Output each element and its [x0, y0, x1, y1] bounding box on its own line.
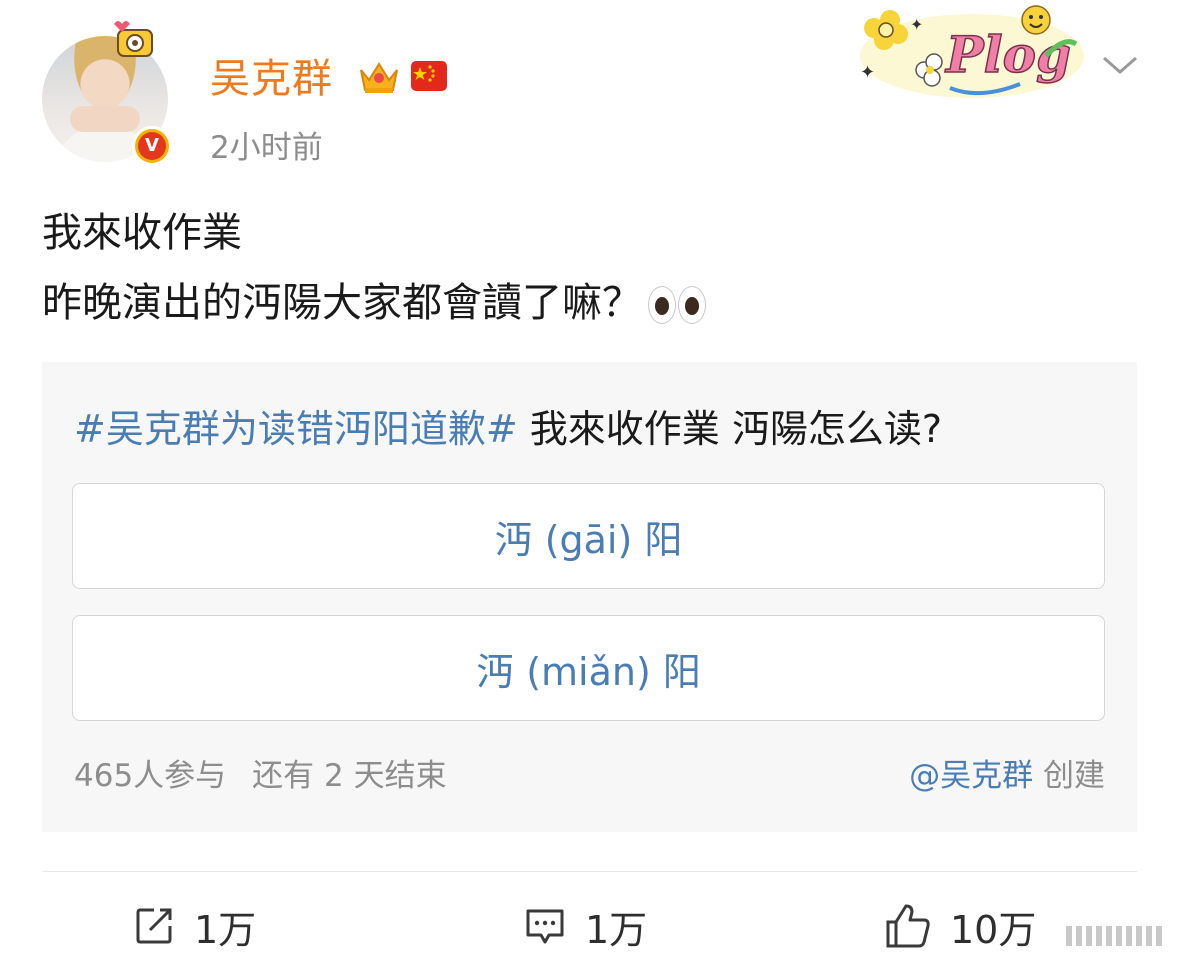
creator-mention-link[interactable]: @吴克群	[909, 758, 1033, 794]
comment-button[interactable]: 1万	[523, 898, 647, 954]
crown-icon	[360, 62, 398, 93]
china-flag-icon	[411, 61, 447, 91]
svg-text:✦: ✦	[860, 62, 875, 83]
chevron-down-icon[interactable]	[1100, 50, 1140, 80]
post-line-1: 我來收作業	[42, 210, 242, 256]
post-content: 我來收作業 昨晚演出的沔陽大家都會讀了嘛？	[42, 198, 706, 338]
watermark	[1060, 918, 1178, 954]
poll-creator: @吴克群 创建	[909, 758, 1105, 794]
like-icon	[886, 904, 930, 948]
poll-remaining: 还有 2 天结束	[252, 758, 447, 794]
divider	[42, 871, 1137, 872]
plog-sticker: Plog ✦ ✦	[860, 5, 1084, 98]
like-button[interactable]: 10万	[884, 898, 1036, 954]
comment-icon	[526, 909, 564, 944]
svg-text:Plog: Plog	[944, 25, 1071, 84]
author-name[interactable]: 吴克群	[210, 46, 333, 104]
comment-count: 1万	[585, 907, 648, 952]
eyes-emoji-icon	[648, 286, 706, 324]
svg-text:✦: ✦	[910, 15, 923, 34]
poll-stats: 465人参与 还有 2 天结束	[74, 750, 447, 795]
poll-question: #吴克群为读错沔阳道歉# 我來收作業 沔陽怎么读?	[74, 407, 943, 451]
poll-option-mian[interactable]: 沔 (miǎn) 阳	[72, 615, 1105, 721]
badge-v-icon: V	[132, 126, 172, 166]
poll-participants: 465人参与	[74, 758, 227, 794]
poll-card: #吴克群为读错沔阳道歉# 我來收作業 沔陽怎么读? 沔 (gāi) 阳 沔 (m…	[42, 362, 1137, 832]
like-count: 10万	[950, 907, 1037, 952]
poll-option-gai[interactable]: 沔 (gāi) 阳	[72, 483, 1105, 589]
post-timestamp: 2小时前	[210, 130, 323, 166]
repost-count: 1万	[194, 907, 257, 952]
camera-pendant-icon	[114, 21, 153, 57]
post-line-2: 昨晚演出的沔陽大家都會讀了嘛？	[42, 268, 706, 338]
repost-button[interactable]: 1万	[132, 898, 256, 954]
poll-topic-link[interactable]: #吴克群为读错沔阳道歉#	[74, 407, 518, 451]
repost-icon	[136, 908, 172, 944]
